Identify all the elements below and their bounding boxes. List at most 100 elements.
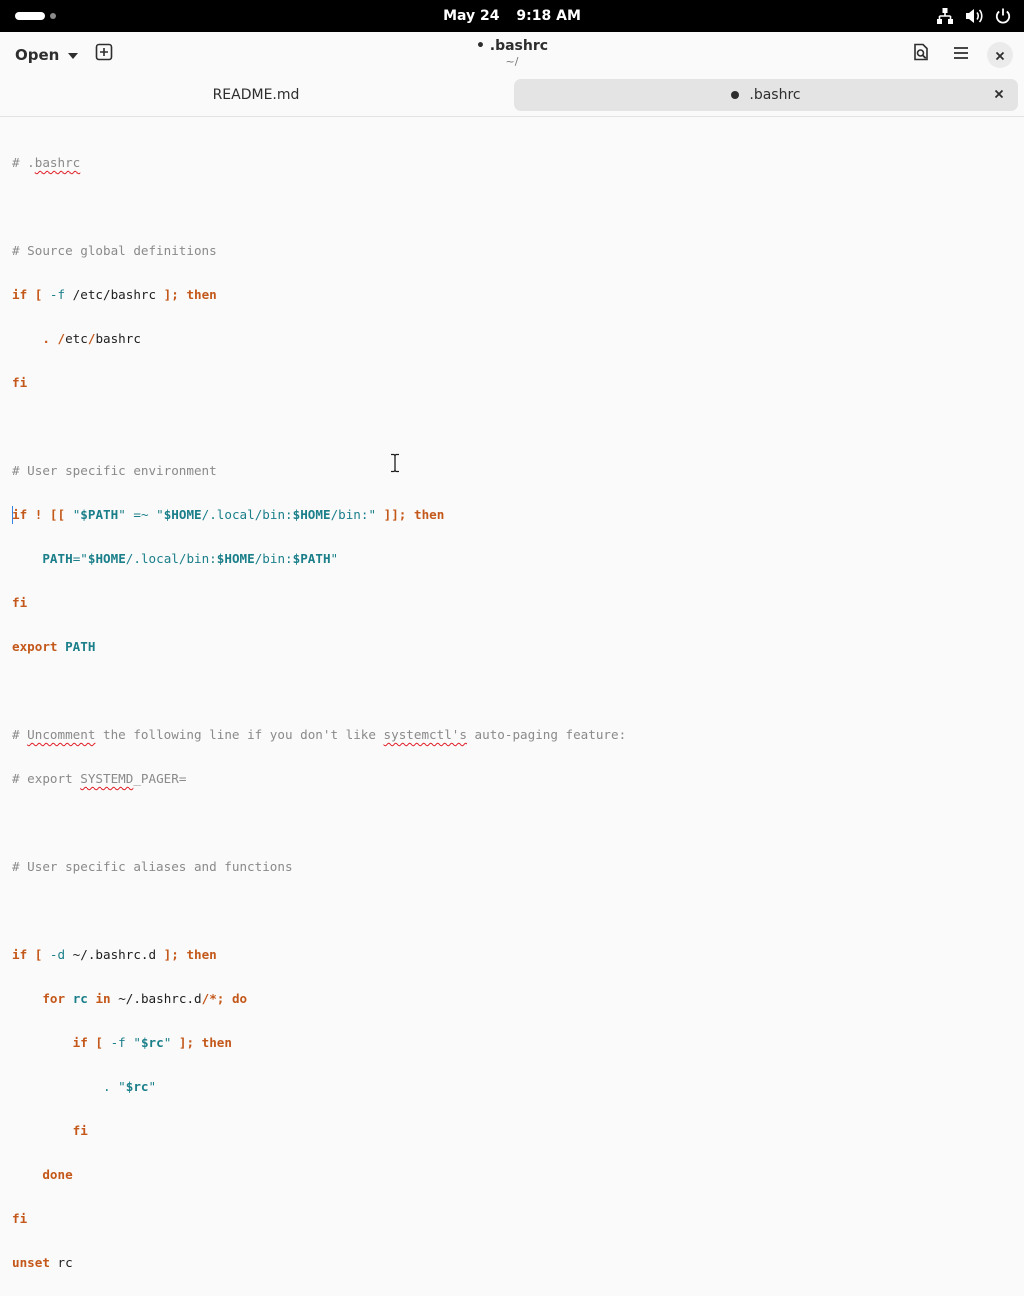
code-line-6: fi <box>12 372 626 394</box>
keyword: unset <box>12 1255 50 1270</box>
variable: $PATH <box>80 507 119 522</box>
code-line-26: unset rc <box>12 1252 626 1274</box>
keyword: then <box>201 1035 232 1050</box>
string: " <box>330 551 339 566</box>
operator: [ <box>27 287 50 302</box>
misspelled-word: Uncomment <box>27 727 96 742</box>
chevron-down-icon <box>67 46 79 64</box>
variable: $HOME <box>163 507 202 522</box>
variable: $HOME <box>87 551 126 566</box>
code-text: etc <box>65 331 88 346</box>
open-button[interactable]: Open <box>6 40 88 70</box>
open-label: Open <box>15 46 60 64</box>
comment-text: # <box>12 727 28 742</box>
system-top-bar: May 24 9:18 AM <box>0 0 1024 32</box>
operator: =~ <box>133 507 149 522</box>
code-line-25: fi <box>12 1208 626 1230</box>
code-line-14: # Uncomment the following line if you do… <box>12 724 626 746</box>
test-flag: -d <box>49 947 66 962</box>
string: " <box>148 507 164 522</box>
tab-close-icon <box>994 87 1004 103</box>
tab-label: README.md <box>212 87 300 103</box>
comment-text: _PAGER= <box>133 771 187 786</box>
code-text: rc <box>49 1255 73 1270</box>
keyword: fi <box>72 1123 88 1138</box>
misspelled-word: SYSTEMD <box>80 771 134 786</box>
test-flag: -f <box>110 1035 126 1050</box>
comment-text: # User specific environment <box>12 463 217 478</box>
operator: [ <box>27 947 50 962</box>
tab-readme[interactable]: README.md <box>0 79 512 111</box>
code-line-11: fi <box>12 592 626 614</box>
operator: /*; <box>201 991 225 1006</box>
keyword: then <box>414 507 445 522</box>
main-menu-button[interactable] <box>945 38 977 70</box>
misspelled-word: bashrc <box>34 155 81 170</box>
variable: $HOME <box>292 507 331 522</box>
comment-text: # export <box>12 771 81 786</box>
code-line-15: # export SYSTEMD_PAGER= <box>12 768 626 790</box>
text-cursor <box>12 506 13 524</box>
code-line-24: done <box>12 1164 626 1186</box>
string: /.local/bin: <box>201 507 293 522</box>
close-icon <box>995 46 1005 65</box>
code-text: /etc/bashrc <box>65 287 164 302</box>
tab-bar: README.md .bashrc <box>0 76 1024 117</box>
string: " <box>118 507 134 522</box>
keyword: done <box>42 1167 73 1182</box>
keyword: fi <box>12 1211 28 1226</box>
find-button[interactable] <box>905 38 937 70</box>
variable: $HOME <box>216 551 255 566</box>
keyword: then <box>186 947 217 962</box>
code-line-22: . "$rc" <box>12 1076 626 1098</box>
keyword: export <box>12 639 58 654</box>
operator: [ <box>87 1035 111 1050</box>
new-tab-button[interactable] <box>88 38 120 70</box>
keyword: fi <box>12 595 28 610</box>
keyword: if <box>12 507 28 522</box>
keyword: if <box>72 1035 88 1050</box>
operator: ! [[ <box>34 507 66 522</box>
close-window-button[interactable] <box>987 42 1013 68</box>
keyword: for <box>42 991 66 1006</box>
window-title: • .bashrc ~/ <box>412 38 612 68</box>
code-text: ~/.bashrc.d <box>110 991 202 1006</box>
code-line-21: if [ -f "$rc" ]; then <box>12 1032 626 1054</box>
code-line-20: for rc in ~/.bashrc.d/*; do <box>12 988 626 1010</box>
tab-close-button[interactable] <box>990 86 1008 104</box>
variable: PATH <box>42 551 73 566</box>
string: /bin: <box>254 551 293 566</box>
comment-text: auto-paging feature: <box>466 727 627 742</box>
comment-text: the following line if you don't like <box>95 727 384 742</box>
code-text: bashrc <box>95 331 141 346</box>
volume-icon <box>964 7 984 25</box>
code-line-8: # User specific environment <box>12 460 626 482</box>
operator: ]; <box>163 947 179 962</box>
code-view[interactable]: # .bashrc # Source global definitions if… <box>12 130 626 1296</box>
text-editor[interactable]: # .bashrc # Source global definitions if… <box>0 117 1024 1270</box>
system-tray[interactable] <box>936 6 1012 26</box>
string: =" <box>72 551 88 566</box>
test-flag: -f <box>49 287 66 302</box>
operator: ]; <box>178 1035 195 1050</box>
clock[interactable]: May 24 9:18 AM <box>0 0 1024 32</box>
string: " <box>163 1035 179 1050</box>
operator: . <box>12 331 58 346</box>
modified-indicator <box>731 91 740 99</box>
tab-bashrc[interactable]: .bashrc <box>514 79 1018 111</box>
comment-text: # . <box>12 155 35 170</box>
variable: $PATH <box>292 551 331 566</box>
code-line-5: . /etc/bashrc <box>12 328 626 350</box>
keyword: if <box>12 947 28 962</box>
variable: $rc <box>140 1035 164 1050</box>
